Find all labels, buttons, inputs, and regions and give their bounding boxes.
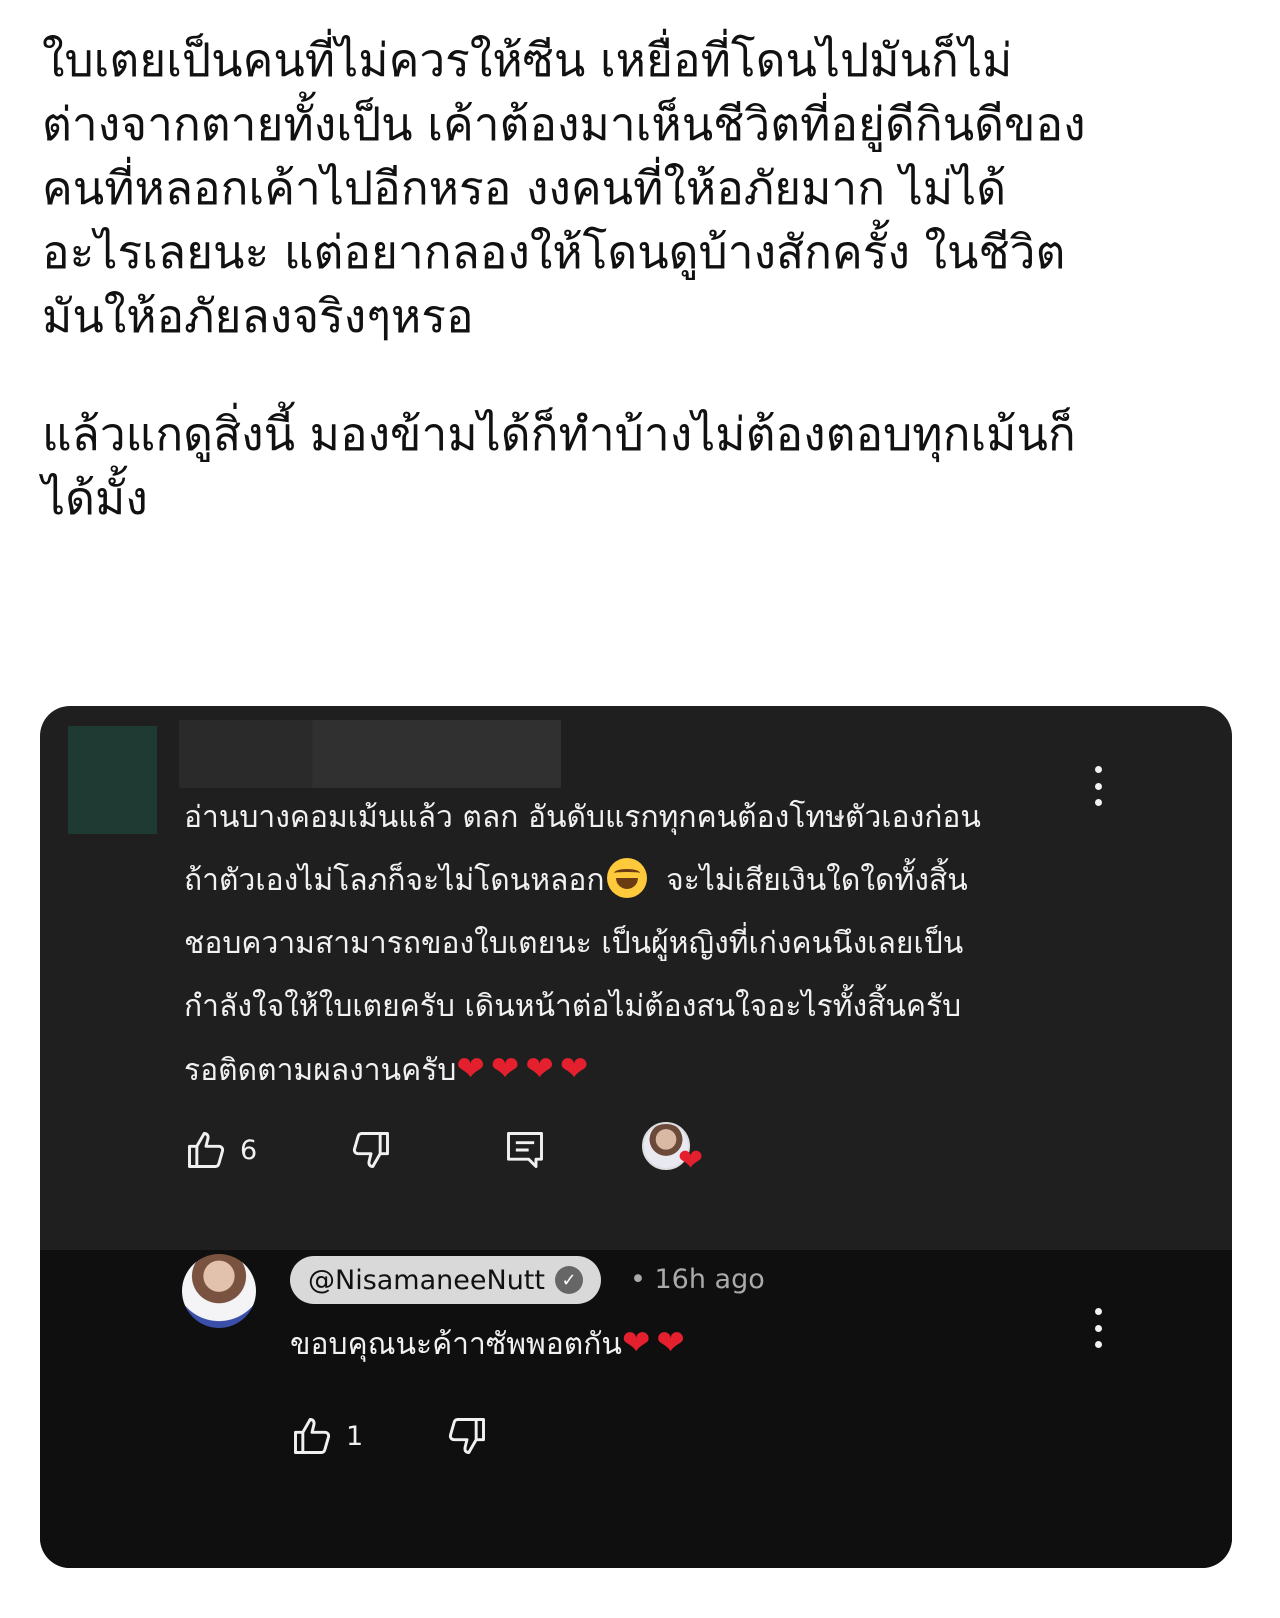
laughing-emoji-icon: [606, 858, 647, 898]
reply-icon: [507, 1132, 544, 1168]
comment-line: รอติดตามผลงานครับ❤❤❤❤: [184, 1049, 595, 1089]
like-button[interactable]: 1: [290, 1414, 363, 1458]
dislike-button[interactable]: [445, 1414, 489, 1458]
comment-actions: 6: [184, 1128, 547, 1172]
heart-icon: ❤❤: [621, 1323, 691, 1363]
post-body: ใบเตยเป็นคนที่ไม่ควรให้ซีน เหยื่อที่โดนไ…: [42, 28, 1242, 530]
like-icon: [188, 1132, 225, 1168]
comment-line: ถ้าตัวเองไม่โลภก็จะไม่โดนหลอก จะไม่เสียเ…: [184, 849, 1174, 912]
comment-line: อ่านบางคอมเม้นแล้ว ตลก อันดับแรกทุกคนต้อ…: [184, 800, 981, 835]
dislike-icon: [353, 1132, 390, 1168]
heart-icon: ❤: [678, 1143, 704, 1178]
comment-line: ชอบความสามารถของใบเตยนะ เป็นผู้หญิงที่เก…: [184, 926, 964, 961]
comment-text: อ่านบางคอมเม้นแล้ว ตลก อันดับแรกทุกคนต้อ…: [184, 786, 1174, 1102]
like-button[interactable]: 6: [184, 1128, 257, 1172]
reply-timestamp: • 16h ago: [630, 1264, 765, 1295]
reply-avatar[interactable]: [182, 1254, 256, 1328]
comment-line: กำลังใจให้ใบเตยครับ เดินหน้าต่อไม่ต้องสน…: [184, 989, 962, 1024]
like-count: 6: [240, 1134, 258, 1166]
reply-button[interactable]: [503, 1128, 547, 1172]
reply-text: ขอบคุณนะค้าาซัพพอตกัน❤❤: [290, 1323, 691, 1363]
heart-icon: ❤❤❤❤: [456, 1049, 595, 1089]
reply-handle: @NisamaneeNutt: [308, 1264, 545, 1296]
dislike-icon: [449, 1418, 486, 1454]
like-icon: [294, 1418, 331, 1454]
post-paragraph-1: ใบเตยเป็นคนที่ไม่ควรให้ซีน เหยื่อที่โดนไ…: [42, 33, 1086, 343]
commenter-name-redacted: [179, 720, 561, 788]
more-vert-icon[interactable]: [1090, 1308, 1106, 1348]
reply-actions: 1: [290, 1414, 489, 1458]
commenter-avatar-redacted[interactable]: [68, 726, 157, 834]
like-count: 1: [346, 1420, 364, 1452]
post-paragraph-2: แล้วแกดูสิ่งนี้ มองข้ามได้ก็ทำบ้างไม่ต้อ…: [42, 407, 1076, 525]
youtube-comment-screenshot: อ่านบางคอมเม้นแล้ว ตลก อันดับแรกทุกคนต้อ…: [40, 706, 1232, 1568]
reply-handle-badge[interactable]: @NisamaneeNutt ✓: [290, 1256, 601, 1304]
dislike-button[interactable]: [349, 1128, 393, 1172]
verified-icon: ✓: [554, 1266, 583, 1294]
